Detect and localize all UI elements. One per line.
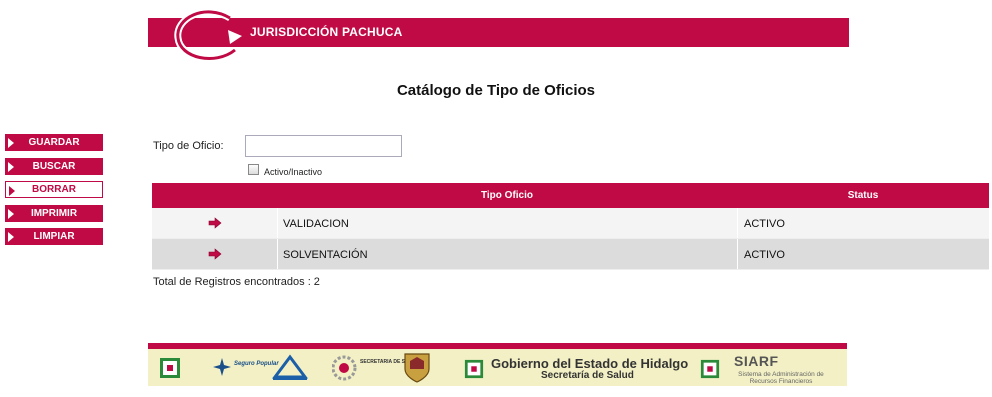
play-arrow-icon <box>9 186 15 196</box>
buscar-button-label: BUSCAR <box>32 160 76 172</box>
imprimir-button-label: IMPRIMIR <box>30 207 78 219</box>
tipo-oficio-input[interactable] <box>245 135 402 157</box>
state-coat-of-arms-icon <box>404 353 430 383</box>
siarf-title: SIARF <box>734 353 779 369</box>
hidalgo-emblem-icon <box>700 359 720 379</box>
tipo-oficio-label: Tipo de Oficio: <box>153 140 224 152</box>
limpiar-button[interactable]: LIMPIAR <box>5 228 103 245</box>
select-arrow-icon[interactable] <box>208 217 222 229</box>
institution-logo-icon <box>272 354 308 380</box>
cell-divider <box>737 239 738 269</box>
table-header: Tipo Oficio Status <box>152 183 989 208</box>
hidalgo-emblem-icon <box>160 358 180 378</box>
cell-divider <box>277 239 278 269</box>
table-row[interactable]: VALIDACION ACTIVO <box>152 208 989 239</box>
column-header-status: Status <box>847 190 879 201</box>
tipo-oficio-table: Tipo Oficio Status VALIDACION ACTIVO SOL… <box>152 183 989 270</box>
gobierno-subtitle: Secretaría de Salud <box>541 370 634 381</box>
play-arrow-icon <box>8 208 14 219</box>
total-records: Total de Registros encontrados : 2 <box>153 276 320 288</box>
hidalgo-emblem-icon <box>464 359 484 379</box>
borrar-button[interactable]: BORRAR <box>5 181 103 198</box>
cell-tipo-oficio: SOLVENTACIÓN <box>283 249 368 261</box>
cell-divider <box>737 208 738 238</box>
side-menu: GUARDAR BUSCAR BORRAR IMPRIMIR LIMPIAR <box>5 134 103 252</box>
table-row[interactable]: SOLVENTACIÓN ACTIVO <box>152 239 989 270</box>
activo-inactivo-checkbox[interactable] <box>248 164 259 175</box>
gear-seal-icon <box>332 355 357 381</box>
header-title: JURISDICCIÓN PACHUCA <box>250 25 403 39</box>
play-arrow-icon <box>8 232 14 242</box>
activo-inactivo-label: Activo/Inactivo <box>264 167 323 177</box>
siarf-subtitle: Sistema de Administración de Recursos Fi… <box>738 371 824 385</box>
header-banner: JURISDICCIÓN PACHUCA <box>148 8 849 62</box>
play-arrow-icon <box>8 138 14 148</box>
jurisdiccion-logo-icon <box>174 8 242 62</box>
cell-status: ACTIVO <box>744 218 785 230</box>
gobierno-title: Gobierno del Estado de Hidalgo <box>491 356 689 371</box>
guardar-button-label: GUARDAR <box>28 137 80 148</box>
borrar-button-label: BORRAR <box>32 184 76 195</box>
cell-status: ACTIVO <box>744 249 785 261</box>
cell-divider <box>277 208 278 238</box>
footer-logos: Seguro Popular SECRETARIA DE SALUD Gobie… <box>148 349 847 386</box>
page-title: Catálogo de Tipo de Oficios <box>396 82 596 99</box>
guardar-button[interactable]: GUARDAR <box>5 134 103 151</box>
buscar-button[interactable]: BUSCAR <box>5 157 103 175</box>
seguro-popular-logo-icon <box>213 358 231 376</box>
select-arrow-icon[interactable] <box>208 248 222 260</box>
limpiar-button-label: LIMPIAR <box>33 231 75 242</box>
imprimir-button[interactable]: IMPRIMIR <box>5 204 103 222</box>
cell-tipo-oficio: VALIDACION <box>283 218 349 230</box>
column-header-tipo-oficio: Tipo Oficio <box>480 190 534 201</box>
play-arrow-icon <box>8 161 14 172</box>
